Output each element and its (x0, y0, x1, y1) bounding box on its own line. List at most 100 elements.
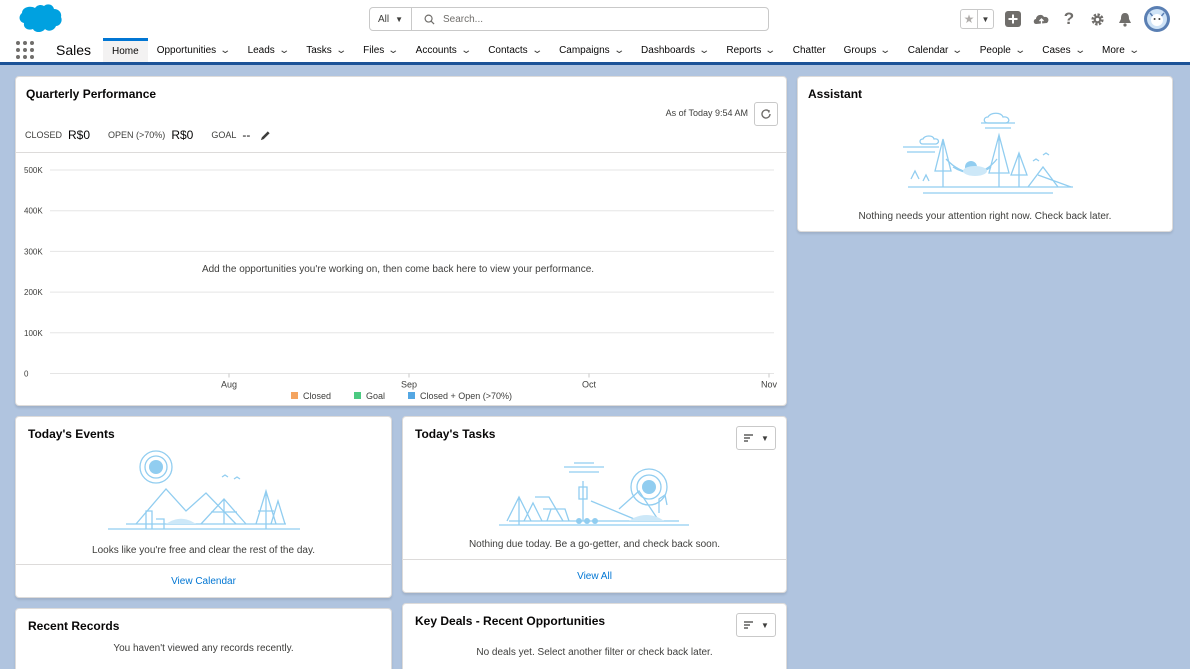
app-launcher-icon[interactable] (16, 38, 50, 62)
nav-tab-more[interactable]: More ⌄ (1093, 38, 1147, 62)
hammock-illustration (903, 112, 1073, 194)
nav-tab-label: Dashboards (641, 44, 695, 56)
nav-tab-label: People (979, 44, 1011, 56)
nav-tab-label: Chatter (792, 44, 826, 56)
user-avatar[interactable] (1144, 6, 1170, 32)
nav-tab-dashboards[interactable]: Dashboards ⌄ (632, 38, 717, 62)
trailhead-icon[interactable] (1032, 10, 1050, 28)
nav-tab-files[interactable]: Files ⌄ (354, 38, 407, 62)
chevron-down-icon[interactable]: ⌄ (613, 45, 625, 56)
performance-summary: CLOSED R$0 OPEN (>70%) R$0 GOAL -- (25, 128, 271, 142)
assistant-empty-message: Nothing needs your attention right now. … (858, 211, 1112, 222)
sort-icon (744, 621, 754, 629)
x-tick-label: Aug (221, 380, 237, 390)
chevron-down-icon[interactable]: ⌄ (531, 45, 543, 56)
search-placeholder: Search... (443, 13, 484, 25)
legend-label: Closed (303, 391, 331, 401)
card-title: Assistant (808, 87, 863, 101)
open-label: OPEN (>70%) (108, 130, 166, 140)
open-value: R$0 (171, 128, 194, 142)
chevron-down-icon[interactable]: ⌄ (952, 45, 964, 56)
help-icon[interactable]: ? (1060, 9, 1078, 28)
star-icon[interactable]: ★ (961, 10, 977, 28)
chevron-down-icon: ▼ (761, 620, 769, 630)
chevron-down-icon[interactable]: ⌄ (460, 45, 472, 56)
nav-tab-label: Contacts (488, 44, 528, 56)
nav-tab-accounts[interactable]: Accounts ⌄ (407, 38, 480, 62)
events-empty-message: Looks like you're free and clear the res… (92, 545, 315, 556)
legend-swatch (408, 392, 415, 399)
legend-swatch (291, 392, 298, 399)
view-all-tasks-link[interactable]: View All (403, 559, 786, 592)
nav-tab-people[interactable]: People ⌄ (971, 38, 1034, 62)
chevron-down-icon[interactable]: ⌄ (765, 45, 777, 56)
favorites-dropdown-icon[interactable]: ▼ (977, 10, 993, 28)
goal-value: -- (242, 128, 251, 142)
nav-tab-cases[interactable]: Cases ⌄ (1033, 38, 1093, 62)
legend-label: Closed + Open (>70%) (420, 391, 512, 401)
x-tick-label: Oct (582, 380, 597, 390)
refresh-button[interactable] (754, 102, 778, 126)
chevron-down-icon[interactable]: ⌄ (219, 45, 231, 56)
global-actions-icon[interactable] (1004, 10, 1022, 28)
nav-tab-contacts[interactable]: Contacts ⌄ (479, 38, 550, 62)
todays-tasks-card: Today's Tasks ▼ Nothing due today. Be a … (402, 416, 787, 593)
chevron-down-icon[interactable]: ⌄ (1014, 45, 1026, 56)
nav-tab-label: Accounts (415, 44, 457, 56)
nav-tab-label: Leads (247, 44, 275, 56)
global-search: All ▼ Search... (369, 7, 769, 31)
header-utilities: ★ ▼ ? (960, 6, 1170, 32)
records-empty-message: You haven't viewed any records recently. (113, 643, 294, 654)
assistant-card: Assistant Nothing needs your attention r… (797, 76, 1173, 232)
nav-tab-label: More (1102, 44, 1125, 56)
deals-empty-message: No deals yet. Select another filter or c… (476, 647, 713, 658)
nav-tab-calendar[interactable]: Calendar ⌄ (899, 38, 971, 62)
search-scope-label: All (377, 13, 390, 25)
chevron-down-icon[interactable]: ⌄ (278, 45, 290, 56)
goal-label: GOAL (211, 130, 237, 140)
edit-goal-pencil-icon[interactable] (260, 130, 271, 141)
refresh-icon (761, 109, 771, 119)
nav-tab-opportunities[interactable]: Opportunities ⌄ (148, 38, 239, 62)
nav-tab-home[interactable]: Home (103, 38, 148, 62)
y-tick-label: 200K (24, 288, 43, 297)
setup-gear-icon[interactable] (1088, 10, 1106, 28)
tasks-filter-button[interactable]: ▼ (736, 426, 776, 450)
chevron-down-icon[interactable]: ⌄ (698, 45, 710, 56)
nav-tab-label: Calendar (907, 44, 949, 56)
tasks-empty-message: Nothing due today. Be a go-getter, and c… (468, 539, 721, 550)
nav-tab-label: Files (363, 44, 385, 56)
y-tick-label: 500K (24, 166, 43, 175)
app-name: Sales (56, 42, 92, 58)
card-title: Recent Records (28, 619, 120, 633)
nav-tab-campaigns[interactable]: Campaigns ⌄ (550, 38, 632, 62)
chevron-down-icon: ▼ (761, 433, 769, 443)
x-tick-label: Nov (761, 380, 778, 390)
caret-down-icon: ▼ (395, 14, 404, 24)
nav-tab-groups[interactable]: Groups ⌄ (835, 38, 899, 62)
nav-tab-label: Groups (843, 44, 877, 56)
salesforce-logo[interactable] (16, 4, 62, 34)
nav-tab-leads[interactable]: Leads ⌄ (239, 38, 298, 62)
y-tick-label: 300K (24, 247, 43, 256)
search-input[interactable]: Search... (412, 8, 768, 30)
card-title: Key Deals - Recent Opportunities (415, 614, 606, 628)
chevron-down-icon[interactable]: ⌄ (1128, 45, 1140, 56)
notifications-bell-icon[interactable] (1116, 10, 1134, 28)
chevron-down-icon[interactable]: ⌄ (335, 45, 347, 56)
nav-tab-label: Cases (1042, 44, 1071, 56)
app-navigation-bar: Sales Home Opportunities ⌄ Leads ⌄ Tasks ⌄ File… (0, 38, 1190, 65)
nav-tab-chatter[interactable]: Chatter (784, 38, 835, 62)
chevron-down-icon[interactable]: ⌄ (1074, 45, 1086, 56)
deals-filter-button[interactable]: ▼ (736, 613, 776, 637)
nav-tabs: Home Opportunities ⌄ Leads ⌄ Tasks ⌄ Files ⌄ Acco… (103, 38, 1147, 62)
chevron-down-icon[interactable]: ⌄ (880, 45, 892, 56)
view-calendar-link[interactable]: View Calendar (16, 564, 391, 597)
nav-tab-tasks[interactable]: Tasks ⌄ (297, 38, 354, 62)
search-scope-dropdown[interactable]: All ▼ (370, 8, 412, 30)
search-icon (424, 14, 435, 25)
as-of-timestamp: As of Today 9:54 AM (665, 108, 748, 118)
nav-tab-reports[interactable]: Reports ⌄ (717, 38, 783, 62)
quarterly-performance-card: Quarterly Performance As of Today 9:54 A… (15, 76, 787, 406)
chevron-down-icon[interactable]: ⌄ (388, 45, 400, 56)
